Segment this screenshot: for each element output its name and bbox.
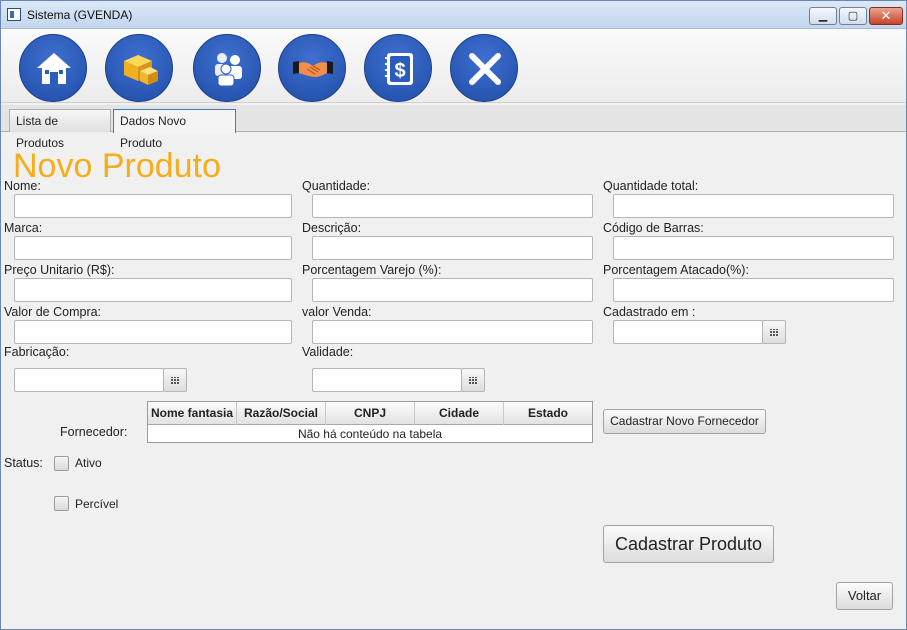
- window-title: Sistema (GVENDA): [27, 8, 133, 22]
- percivel-checkbox[interactable]: [54, 496, 69, 511]
- page-title: Novo Produto: [13, 147, 221, 185]
- fabricacao-calendar-button[interactable]: [163, 368, 187, 392]
- quantidade-label: Quantidade:: [302, 179, 371, 193]
- sair-button[interactable]: [450, 34, 518, 102]
- cadastrado-em-label: Cadastrado em :: [603, 305, 696, 319]
- close-window-icon: ✕: [880, 8, 892, 23]
- valor-venda-field[interactable]: [312, 320, 593, 344]
- produtos-button[interactable]: [105, 34, 173, 102]
- column-cnpj[interactable]: CNPJ: [326, 402, 415, 425]
- porcentagem-varejo-label: Porcentagem Varejo (%):: [302, 263, 442, 277]
- voltar-button[interactable]: Voltar: [836, 582, 893, 610]
- validade-calendar-button[interactable]: [461, 368, 485, 392]
- title-bar: Sistema (GVENDA) ▁ ▢ ✕: [1, 1, 906, 29]
- app-window: Sistema (GVENDA) ▁ ▢ ✕ $ Lista de Produt…: [0, 0, 907, 630]
- column-cidade[interactable]: Cidade: [415, 402, 504, 425]
- ativo-label: Ativo: [75, 456, 102, 470]
- main-toolbar: $: [1, 29, 906, 103]
- calendar-icon: [171, 377, 180, 384]
- descricao-label: Descrição:: [302, 221, 362, 235]
- house-icon: [37, 53, 71, 84]
- tab-dados-novo-produto[interactable]: Dados Novo Produto: [113, 109, 236, 150]
- svg-text:$: $: [394, 60, 405, 82]
- close-icon: [469, 53, 501, 85]
- cadastrar-produto-button[interactable]: Cadastrar Produto: [603, 525, 774, 563]
- maximize-icon: ▢: [847, 10, 859, 22]
- validade-label: Validade:: [302, 345, 354, 359]
- minimize-button[interactable]: ▁: [809, 7, 837, 25]
- cadastrado-em-calendar-button[interactable]: [762, 320, 786, 344]
- cadastrar-fornecedor-button[interactable]: Cadastrar Novo Fornecedor: [603, 409, 766, 434]
- tab-bar: Lista de Produtos Dados Novo Produto: [1, 105, 906, 150]
- column-estado[interactable]: Estado: [504, 402, 592, 425]
- tab-lista-produtos[interactable]: Lista de Produtos: [9, 109, 111, 150]
- clientes-button[interactable]: [193, 34, 261, 102]
- valor-compra-label: Valor de Compra:: [4, 305, 102, 319]
- handshake-icon: [293, 61, 333, 77]
- porcentagem-atacado-label: Porcentagem Atacado(%):: [603, 263, 749, 277]
- maximize-button[interactable]: ▢: [839, 7, 867, 25]
- minimize-icon: ▁: [818, 10, 828, 22]
- table-header: Nome fantasia Razão/Social CNPJ Cidade E…: [148, 402, 592, 425]
- status-label: Status:: [4, 456, 43, 470]
- calendar-icon: [770, 329, 779, 336]
- codigo-barras-field[interactable]: [613, 236, 894, 260]
- fabricacao-field[interactable]: [14, 368, 164, 392]
- app-icon: [7, 8, 21, 21]
- preco-unitario-field[interactable]: [14, 278, 292, 302]
- vendas-button[interactable]: $: [364, 34, 432, 102]
- percivel-label: Percível: [75, 497, 119, 511]
- marca-field[interactable]: [14, 236, 292, 260]
- users-icon: [215, 53, 242, 87]
- table-empty-message: Não há conteúdo na tabela: [297, 427, 443, 441]
- descricao-field[interactable]: [312, 236, 593, 260]
- valor-compra-field[interactable]: [14, 320, 292, 344]
- quantidade-field[interactable]: [312, 194, 593, 218]
- home-button[interactable]: [19, 34, 87, 102]
- codigo-barras-label: Código de Barras:: [603, 221, 704, 235]
- column-razao-social[interactable]: Razão/Social: [237, 402, 326, 425]
- fornecedor-label: Fornecedor:: [60, 425, 128, 439]
- quantidade-total-label: Quantidade total:: [603, 179, 699, 193]
- valor-venda-label: valor Venda:: [302, 305, 372, 319]
- fornecedores-button[interactable]: [278, 34, 346, 102]
- fornecedor-table[interactable]: Nome fantasia Razão/Social CNPJ Cidade E…: [147, 401, 593, 443]
- porcentagem-varejo-field[interactable]: [312, 278, 593, 302]
- boxes-icon: [124, 55, 158, 85]
- cadastrado-em-field[interactable]: [613, 320, 763, 344]
- dollar-book-icon: $: [385, 53, 413, 85]
- nome-label: Nome:: [4, 179, 41, 193]
- quantidade-total-field[interactable]: [613, 194, 894, 218]
- ativo-checkbox[interactable]: [54, 456, 69, 471]
- nome-field[interactable]: [14, 194, 292, 218]
- preco-unitario-label: Preço Unitario (R$):: [4, 263, 115, 277]
- validade-field[interactable]: [312, 368, 462, 392]
- close-window-button[interactable]: ✕: [869, 7, 903, 25]
- marca-label: Marca:: [4, 221, 43, 235]
- calendar-icon: [469, 377, 478, 384]
- porcentagem-atacado-field[interactable]: [613, 278, 894, 302]
- column-nome-fantasia[interactable]: Nome fantasia: [148, 402, 237, 425]
- fabricacao-label: Fabricação:: [4, 345, 70, 359]
